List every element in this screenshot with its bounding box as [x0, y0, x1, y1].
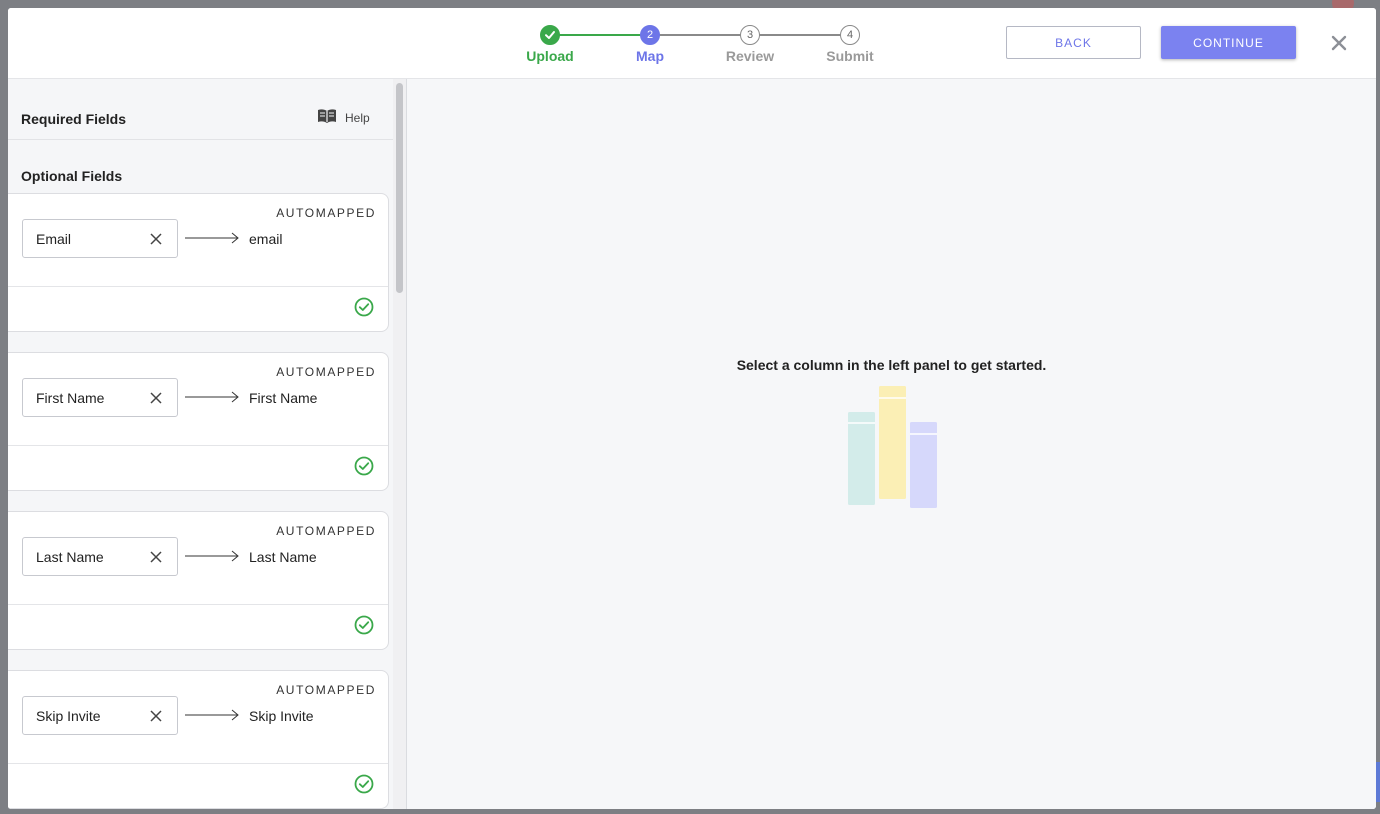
optional-fields-title: Optional Fields [21, 168, 123, 184]
source-column-label: Skip Invite [36, 707, 101, 724]
source-column-field[interactable]: Skip Invite [22, 696, 178, 735]
column-preview-panel: Select a column in the left panel to get… [407, 79, 1376, 809]
check-icon [540, 25, 560, 45]
source-column-label: Email [36, 230, 72, 247]
mapping-card-header: AUTOMAPPED Skip Invite Skip Invite [8, 671, 388, 764]
step-label: Submit [826, 48, 874, 64]
source-column-field[interactable]: Last Name [22, 537, 178, 576]
modal-header: Upload 2 Map 3 Review 4 Submit BACK CONT… [8, 8, 1376, 79]
mapping-card[interactable]: AUTOMAPPED Email email [8, 193, 389, 332]
clear-icon[interactable] [149, 232, 163, 246]
clear-icon[interactable] [149, 709, 163, 723]
mapping-card[interactable]: AUTOMAPPED Last Name Last Name [8, 511, 389, 650]
automapped-badge: AUTOMAPPED [276, 683, 376, 697]
backdrop-edge [1376, 762, 1380, 802]
arrow-right-icon [185, 550, 239, 562]
step-number: 2 [640, 25, 660, 45]
help-link[interactable]: Help [317, 108, 370, 127]
automapped-badge: AUTOMAPPED [276, 206, 376, 220]
arrow-right-icon [185, 709, 239, 721]
source-column-field[interactable]: First Name [22, 378, 178, 417]
check-circle-icon [354, 456, 374, 476]
step-number: 4 [840, 25, 860, 45]
automapped-badge: AUTOMAPPED [276, 524, 376, 538]
mapping-card[interactable]: AUTOMAPPED Skip Invite Skip Invite [8, 670, 389, 809]
step-label: Review [725, 48, 775, 64]
progress-stepper: Upload 2 Map 3 Review 4 Submit [508, 25, 888, 69]
step-label: Map [636, 48, 664, 64]
mapping-card-header: AUTOMAPPED First Name First Name [8, 353, 388, 446]
arrow-right-icon [185, 232, 239, 244]
check-circle-icon [354, 774, 374, 794]
step-map[interactable]: 2 Map [610, 25, 690, 64]
required-fields-section: Required Fields Help [8, 79, 393, 139]
target-field-label: Last Name [249, 549, 317, 565]
target-field-label: email [249, 231, 283, 247]
help-label: Help [345, 110, 370, 125]
clear-icon[interactable] [149, 550, 163, 564]
step-upload[interactable]: Upload [510, 25, 590, 64]
import-modal: Upload 2 Map 3 Review 4 Submit BACK CONT… [8, 8, 1376, 809]
target-field-label: Skip Invite [249, 708, 314, 724]
mapping-card[interactable]: AUTOMAPPED First Name First Name [8, 352, 389, 491]
source-column-label: Last Name [36, 548, 104, 565]
scrollbar-thumb[interactable] [396, 83, 403, 293]
section-divider [8, 139, 393, 140]
required-fields-title: Required Fields [21, 111, 127, 127]
check-circle-icon [354, 297, 374, 317]
step-label: Upload [526, 48, 574, 64]
close-icon[interactable] [1328, 32, 1350, 54]
target-field-label: First Name [249, 390, 318, 406]
step-number: 3 [740, 25, 760, 45]
automapped-badge: AUTOMAPPED [276, 365, 376, 379]
field-mapping-panel: Required Fields Help Optional Fields AUT… [8, 79, 407, 809]
continue-button[interactable]: CONTINUE [1161, 26, 1296, 59]
empty-state-message: Select a column in the left panel to get… [736, 357, 1047, 373]
check-circle-icon [354, 615, 374, 635]
source-column-field[interactable]: Email [22, 219, 178, 258]
book-icon [317, 108, 337, 127]
step-review[interactable]: 3 Review [710, 25, 790, 64]
columns-illustration-icon [848, 386, 937, 508]
source-column-label: First Name [36, 389, 105, 406]
arrow-right-icon [185, 391, 239, 403]
mapping-card-header: AUTOMAPPED Email email [8, 194, 388, 287]
back-button[interactable]: BACK [1006, 26, 1141, 59]
step-submit[interactable]: 4 Submit [810, 25, 890, 64]
clear-icon[interactable] [149, 391, 163, 405]
mapping-card-header: AUTOMAPPED Last Name Last Name [8, 512, 388, 605]
